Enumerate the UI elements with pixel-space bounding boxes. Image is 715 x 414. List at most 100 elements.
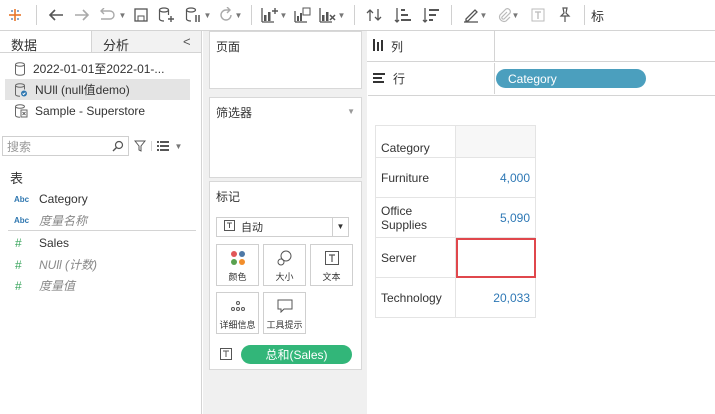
toolbar-cut-label[interactable]: 标 [591,6,604,25]
sort-asc-icon[interactable] [389,3,417,27]
search-icon [112,140,124,152]
toolbar-divider [251,5,252,25]
pin-icon[interactable] [552,3,578,27]
number-type-icon: # [15,236,22,250]
rows-shelf[interactable]: 行 Category [367,63,715,94]
marks-card: 标记 自动 ▼ 颜色 大小 文本 详细信息 工具提示 总和(Sales) [209,181,362,370]
chevron-down-icon: ▼ [332,218,348,236]
cylinder-check-icon [15,82,27,97]
toolbar-divider [451,5,452,25]
toolbar: ▼ ▼ ▼ ▼ ▼ ▼ ▼ 标 [0,0,715,31]
divider [8,230,196,231]
swap-icon[interactable] [361,3,389,27]
mark-type-dropdown[interactable]: 自动 ▼ [216,217,349,237]
card-menu-icon[interactable]: ▼ [347,107,355,116]
rows-icon [373,72,385,86]
search-placeholder: 搜索 [7,139,32,154]
size-button[interactable]: 大小 [263,244,306,286]
row-header[interactable]: Furniture [375,157,456,198]
rows-label: 行 [393,72,406,86]
detail-button[interactable]: 详细信息 [216,292,259,334]
columns-shelf[interactable]: 列 [367,30,715,62]
caret-icon: ▼ [279,10,288,20]
caret-icon: ▼ [337,10,346,20]
excel-source-icon [15,103,28,118]
field-label: 度量名称 [39,214,88,228]
row-header[interactable]: Office Supplies [375,197,456,238]
sort-desc-icon[interactable] [417,3,445,27]
redo-icon[interactable]: ▼ [95,3,129,27]
category-pill[interactable]: Category [496,69,646,88]
pane-tabs: 数据 分析 < [0,31,201,53]
attach-icon[interactable]: ▼ [492,3,524,27]
mark-type-label: 自动 [241,222,263,234]
null-value-cell[interactable] [455,237,536,278]
tab-data[interactable]: 数据 [0,31,92,53]
text-icon [324,245,339,270]
refresh-icon[interactable]: ▼ [215,3,245,27]
table-row: Furniture 4,000 [375,157,536,198]
duplicate-sheet-icon[interactable] [290,3,316,27]
datasource-item-selected[interactable]: NUll (null值demo) [5,79,190,100]
search-input[interactable]: 搜索 [2,136,129,156]
datasource-label: NUll (null值demo) [35,83,130,97]
tooltip-button[interactable]: 工具提示 [263,292,306,334]
highlight-icon[interactable]: ▼ [458,3,492,27]
category-pill-label: Category [508,71,557,86]
field-category[interactable]: Abc Category [14,192,88,206]
pages-card[interactable]: 页面 [209,31,362,89]
number-type-icon: # [15,278,22,293]
row-header[interactable]: Technology [375,277,456,318]
pause-update-icon[interactable]: ▼ [181,3,215,27]
datasource-item[interactable]: Sample - Superstore [0,100,201,121]
text-mark-icon [217,220,241,234]
category-column-header[interactable]: Category [375,125,456,158]
field-sales[interactable]: # Sales [14,236,69,250]
value-cell[interactable]: 5,090 [455,197,536,238]
color-button[interactable]: 颜色 [216,244,259,286]
text-label-icon[interactable] [524,3,552,27]
columns-shelf-label: 列 [367,30,495,62]
sum-sales-pill[interactable]: 总和(Sales) [241,345,352,364]
tab-analysis[interactable]: 分析 [92,31,183,53]
datasource-label: 2022-01-01至2022-01-... [33,62,165,76]
caret-icon: ▼ [174,141,183,151]
toolbar-divider [36,5,37,25]
row-header[interactable]: Server [375,237,456,278]
viz-canvas: Category Furniture 4,000 Office Supplies… [368,95,715,414]
field-label: NUll (计数) [39,258,97,272]
caret-icon: ▼ [203,10,212,20]
new-datasource-icon[interactable] [153,3,181,27]
forward-icon[interactable] [69,3,95,27]
clear-sheet-icon[interactable]: ▼ [316,3,348,27]
text-label: 文本 [322,272,341,282]
view-options-icon[interactable]: ▼ [151,141,187,151]
field-null-count[interactable]: # NUll (计数) [14,256,97,273]
tableau-logo-icon[interactable] [0,3,30,27]
toolbar-divider [584,5,585,25]
value-cell[interactable]: 20,033 [455,277,536,318]
save-icon[interactable] [129,3,153,27]
new-sheet-icon[interactable]: ▼ [258,3,290,27]
cards-column: 页面 筛选器 ▼ 标记 自动 ▼ 颜色 大小 文本 详细信息 工具提示 总和(S… [203,31,367,414]
value-cell[interactable]: 4,000 [455,157,536,198]
field-measure-names[interactable]: Abc 度量名称 [14,212,87,229]
table-section-header: 表 [10,171,24,186]
tooltip-icon [277,293,293,318]
toolbar-divider [354,5,355,25]
back-icon[interactable] [43,3,69,27]
color-label: 颜色 [228,272,247,282]
blank-header-cell [455,125,536,158]
caret-icon: ▼ [118,10,127,20]
text-button[interactable]: 文本 [310,244,353,286]
datasource-item[interactable]: 2022-01-01至2022-01-... [0,58,201,79]
collapse-pane-button[interactable]: < [183,31,201,52]
field-label: Category [39,192,88,206]
color-palette-icon [230,245,246,270]
field-measure-values[interactable]: # 度量值 [14,277,75,294]
detail-icon [230,293,246,318]
filters-card[interactable]: 筛选器 ▼ [209,97,362,178]
table-header-row: Category [375,125,536,158]
filter-icon[interactable] [129,140,151,152]
string-type-icon: Abc [14,194,30,204]
